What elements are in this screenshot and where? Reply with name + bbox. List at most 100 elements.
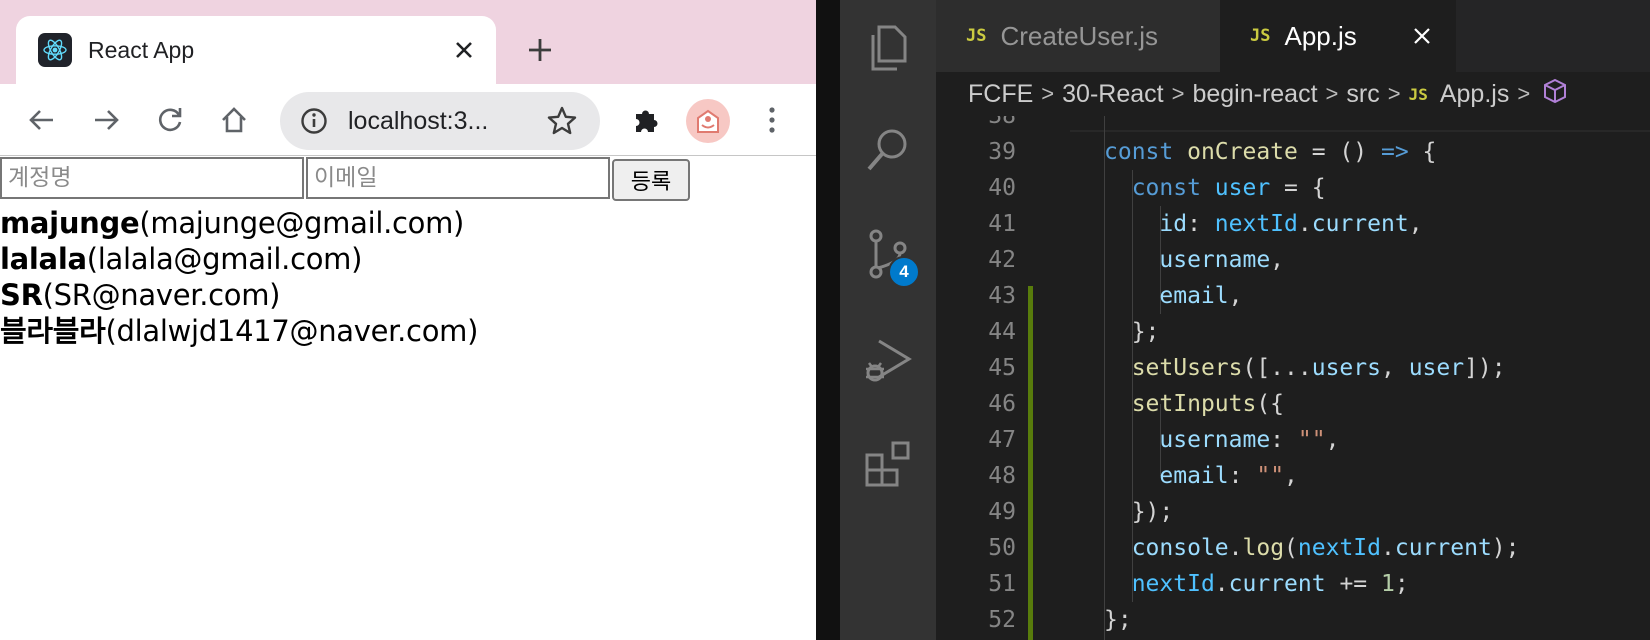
line-number: 42 [988, 247, 1016, 273]
code-text: email, [1104, 278, 1243, 314]
code-token: current [1228, 571, 1326, 597]
close-icon[interactable] [1406, 20, 1438, 52]
code-text: console.log(nextId.current); [1104, 530, 1520, 566]
explorer-files-icon[interactable] [862, 22, 914, 74]
code-token: user [1214, 175, 1271, 201]
code-token: ( [1284, 535, 1298, 561]
address-text: localhost:3... [348, 107, 489, 135]
address-bar[interactable]: localhost:3... [280, 92, 600, 150]
code-token: ({ [1256, 391, 1285, 417]
line-number: 41 [988, 211, 1016, 237]
home-icon[interactable] [214, 100, 254, 140]
browser-window: React App localhost:3... 계정명 이메일 등록 maju… [0, 0, 816, 640]
code-line: 52}; [936, 602, 1650, 638]
username-input[interactable] [0, 157, 304, 199]
tab-app-js[interactable]: JS App.js [1220, 0, 1456, 72]
user-email: (SR@naver.com) [42, 278, 281, 312]
code-line: 47 username: "", [936, 422, 1650, 458]
code-token: email [1159, 463, 1229, 489]
forward-arrow-icon[interactable] [86, 100, 126, 140]
bookmark-star-icon[interactable] [546, 105, 578, 137]
line-number: 39 [988, 139, 1016, 165]
code-token: username [1159, 247, 1271, 273]
search-icon[interactable] [862, 124, 914, 176]
code-token: = { [1270, 175, 1326, 201]
code-text: }; [1104, 314, 1160, 350]
code-line: 48 email: "", [936, 458, 1650, 494]
code-token: : [1228, 463, 1257, 489]
code-token: nextId [1297, 535, 1381, 561]
profile-avatar[interactable] [686, 99, 730, 143]
code-token: : [1270, 427, 1298, 453]
reload-icon[interactable] [150, 100, 190, 140]
breadcrumb-item[interactable]: FCFE [968, 80, 1033, 109]
js-file-icon: JS [1250, 26, 1271, 46]
user-item: 블라블라(dlalwjd1417@naver.com) [0, 313, 478, 349]
line-number: 43 [988, 283, 1016, 309]
site-info-icon[interactable] [300, 107, 328, 135]
breadcrumb-item[interactable]: App.js [1440, 80, 1509, 109]
code-editor[interactable]: 38 39 const onCreate = () => {40 const use… [936, 116, 1650, 640]
code-token: console [1131, 535, 1229, 561]
email-input[interactable] [306, 157, 610, 199]
browser-tab-react-app[interactable]: React App [16, 16, 496, 84]
code-line: 43 email, [936, 278, 1650, 314]
chevron-right-icon: > [1517, 81, 1531, 106]
vscode-window: 4 JS CreateUser.js JS App.js FCFE > 30-R… [840, 0, 1650, 640]
code-text: email: "", [1104, 458, 1298, 494]
browser-menu-icon[interactable] [752, 100, 792, 140]
code-token: ); [1491, 535, 1520, 561]
code-token: "" [1297, 427, 1326, 453]
user-email: (lalala@gmail.com) [86, 242, 363, 276]
user-email: (dlalwjd1417@naver.com) [105, 314, 479, 348]
line-number: 38 [988, 116, 1016, 129]
browser-tabstrip: React App [0, 0, 816, 84]
extensions-puzzle-icon[interactable] [626, 100, 666, 140]
code-token: . [1228, 535, 1243, 561]
breadcrumb-item[interactable]: src [1346, 80, 1379, 109]
breadcrumb-item[interactable]: begin-react [1192, 80, 1317, 109]
code-token: = () [1297, 139, 1381, 165]
chevron-right-icon: > [1171, 81, 1185, 106]
code-token: ([... [1242, 355, 1312, 381]
js-file-icon: JS [1408, 84, 1428, 104]
user-item: SR(SR@naver.com) [0, 277, 478, 313]
user-name: 블라블라 [0, 314, 106, 348]
tab-title: React App [88, 37, 195, 63]
line-number: 51 [988, 571, 1016, 597]
react-logo-icon [38, 33, 72, 67]
browser-toolbar: localhost:3... [0, 84, 816, 156]
new-tab-button[interactable] [520, 30, 560, 70]
code-token: += [1325, 571, 1381, 597]
run-debug-icon[interactable] [862, 334, 914, 386]
close-icon[interactable] [446, 32, 482, 68]
code-text: username: "", [1104, 422, 1339, 458]
back-arrow-icon[interactable] [22, 100, 62, 140]
user-name: SR [0, 278, 43, 312]
code-token: , [1270, 247, 1285, 273]
symbol-cube-icon[interactable] [1542, 78, 1568, 111]
register-button[interactable]: 등록 [612, 159, 690, 201]
tab-label: App.js [1284, 20, 1357, 51]
code-token: , [1408, 211, 1423, 237]
source-control-badge: 4 [888, 256, 920, 288]
breadcrumb-item[interactable]: 30-React [1062, 80, 1163, 109]
user-list: majunge(majunge@gmail.com) lalala(lalala… [0, 205, 478, 349]
code-text: const onCreate = () => { [1104, 134, 1436, 170]
code-text: username, [1104, 242, 1284, 278]
chevron-right-icon: > [1041, 81, 1055, 106]
code-text: nextId.current += 1; [1104, 566, 1409, 602]
code-token: , [1228, 283, 1243, 309]
tab-createuser-js[interactable]: JS CreateUser.js [936, 0, 1220, 72]
code-token: nextId [1214, 211, 1298, 237]
user-email: (majunge@gmail.com) [139, 206, 465, 240]
code-token: . [1381, 535, 1395, 561]
extensions-icon[interactable] [862, 438, 914, 490]
code-token: . [1297, 211, 1312, 237]
js-file-icon: JS [966, 26, 987, 46]
